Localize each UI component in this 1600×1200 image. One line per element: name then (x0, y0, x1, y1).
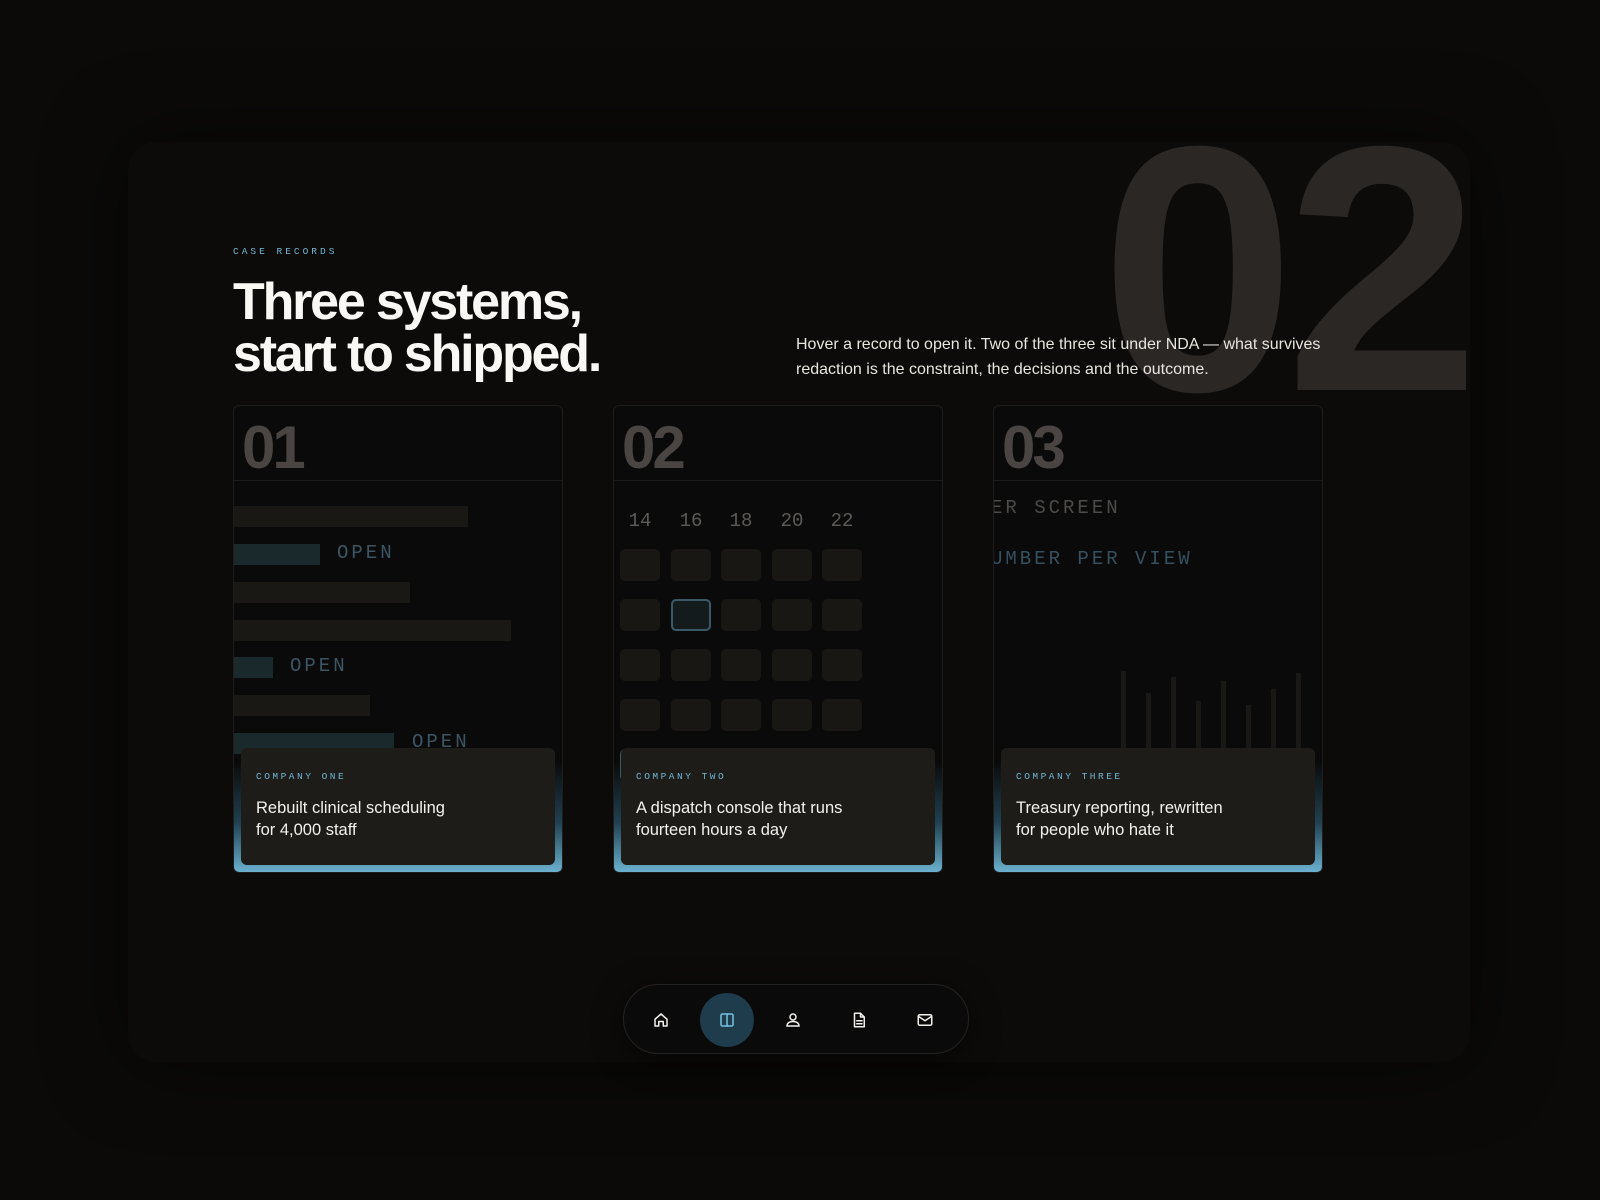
card-number: 03 (1002, 414, 1066, 481)
calendar-cell (620, 599, 660, 631)
calendar-cell (822, 549, 862, 581)
section-eyebrow: CASE RECORDS (233, 246, 338, 257)
layout-icon (720, 1013, 734, 1027)
calendar-cell (620, 699, 660, 731)
day-label: 20 (780, 510, 804, 532)
card-title: Rebuilt clinical scheduling for 4,000 st… (256, 799, 445, 839)
card-header: 01 (234, 406, 562, 481)
document-icon (853, 1012, 865, 1028)
day-label: 22 (830, 510, 854, 532)
day-label: 18 (729, 510, 753, 532)
schedule-bar (234, 506, 468, 527)
dock-work-button[interactable] (700, 993, 754, 1047)
home-icon (654, 1013, 668, 1027)
card-company: COMPANY TWO (636, 771, 727, 782)
day-label: 14 (628, 510, 652, 532)
schedule-bar (234, 695, 370, 716)
day-label: 16 (679, 510, 703, 532)
calendar-cell (671, 699, 711, 731)
open-status-label: OPEN (290, 655, 348, 677)
card-number: 01 (242, 414, 306, 481)
card-caption: COMPANY THREE Treasury reporting, rewrit… (1001, 748, 1315, 865)
mail-icon (917, 1014, 933, 1026)
bottom-dock (623, 984, 969, 1054)
dock-about-button[interactable] (766, 993, 820, 1047)
calendar-cell (772, 599, 812, 631)
card-company: COMPANY THREE (1016, 771, 1123, 782)
card-title: A dispatch console that runs fourteen ho… (636, 799, 843, 839)
dock-home-button[interactable] (634, 993, 688, 1047)
section-intro: Hover a record to open it. Two of the th… (796, 336, 1321, 378)
headline-line-2: start to shipped. (233, 325, 602, 383)
card-header: 03 (994, 406, 1322, 481)
calendar-cell (721, 649, 761, 681)
dock-contact-button[interactable] (898, 993, 952, 1047)
calendar-cell (772, 549, 812, 581)
calendar-cell (721, 549, 761, 581)
case-card-3[interactable]: 03 ER SCREEN UMBER PER VIEW COMPANY THRE… (993, 405, 1323, 873)
user-icon (786, 1013, 800, 1027)
schedule-bar-open (234, 657, 273, 678)
case-card-2[interactable]: 02 14 16 18 20 22 COMPANY TWO A dispatch… (613, 405, 943, 873)
open-status-label: OPEN (337, 542, 395, 564)
calendar-cell (721, 699, 761, 731)
calendar-cell (671, 599, 711, 631)
calendar-cell (822, 699, 862, 731)
card-title: Treasury reporting, rewritten for people… (1016, 799, 1223, 839)
section-headline: Three systems, start to shipped. (233, 276, 673, 380)
report-line: ER SCREEN (993, 497, 1121, 519)
card-caption: COMPANY ONE Rebuilt clinical scheduling … (241, 748, 555, 865)
schedule-bar-open (234, 544, 320, 565)
headline-line-1: Three systems, (233, 273, 583, 331)
calendar-cell (721, 599, 761, 631)
case-card-1[interactable]: 01 OPEN OPEN OPEN COMPANY ONE Rebuilt cl… (233, 405, 563, 873)
calendar-cell (772, 699, 812, 731)
card-company: COMPANY ONE (256, 771, 347, 782)
calendar-cell (671, 649, 711, 681)
schedule-bar (234, 582, 410, 603)
calendar-cell (772, 649, 812, 681)
calendar-cell (822, 649, 862, 681)
schedule-bar (234, 620, 511, 641)
report-line: UMBER PER VIEW (993, 548, 1193, 570)
calendar-cell (620, 649, 660, 681)
dock-resume-button[interactable] (832, 993, 886, 1047)
calendar-cell (671, 549, 711, 581)
card-caption: COMPANY TWO A dispatch console that runs… (621, 748, 935, 865)
card-number: 02 (622, 414, 686, 481)
calendar-cell (822, 599, 862, 631)
calendar-cell (620, 549, 660, 581)
card-header: 02 (614, 406, 942, 481)
